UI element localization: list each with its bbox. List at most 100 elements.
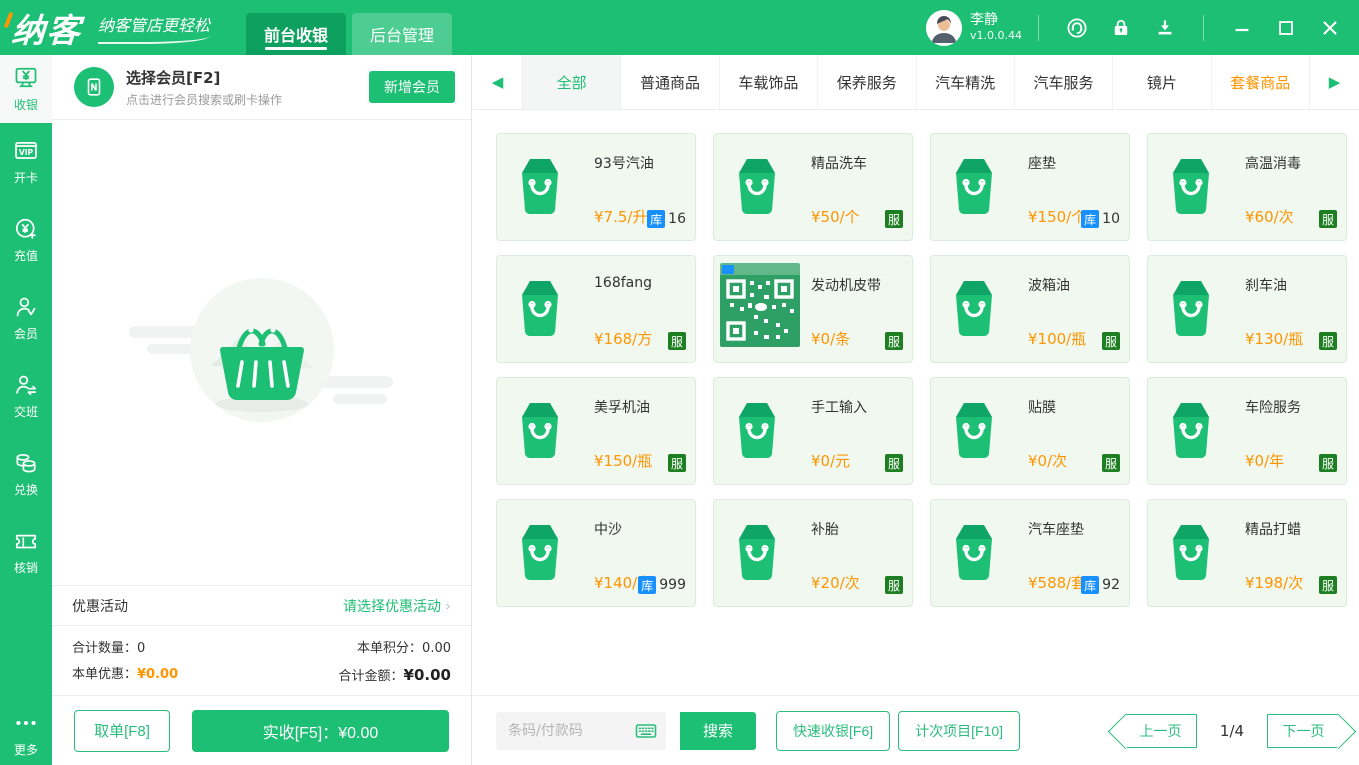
- quick-cashier-button[interactable]: 快速收银[F6]: [776, 711, 890, 751]
- recharge-icon: [13, 216, 39, 242]
- empty-basket-icon: [127, 268, 397, 438]
- product-card[interactable]: 高温消毒 ¥60/次 服: [1147, 133, 1347, 241]
- tab-front-cashier[interactable]: 前台收银: [246, 13, 346, 55]
- count-item-button[interactable]: 计次项目[F10]: [898, 711, 1020, 751]
- divider: [1038, 15, 1039, 41]
- cash-register-icon: [13, 65, 39, 91]
- category-tab-5[interactable]: 汽车服务: [1015, 55, 1113, 109]
- product-name: 刹车油: [1245, 275, 1287, 295]
- product-price: ¥0/次: [1028, 450, 1067, 471]
- category-tab-6[interactable]: 镜片: [1113, 55, 1211, 109]
- shopping-bag-icon: [1165, 278, 1217, 338]
- category-bar: ◀ 全部普通商品车载饰品保养服务汽车精洗汽车服务镜片套餐商品 ▶: [473, 55, 1359, 110]
- category-tab-1[interactable]: 普通商品: [621, 55, 719, 109]
- shopping-bag-icon: [731, 400, 783, 460]
- product-card[interactable]: 168fang ¥168/方 服: [496, 255, 696, 363]
- product-price: ¥0/条: [811, 328, 850, 349]
- product-card[interactable]: 车险服务 ¥0/年 服: [1147, 377, 1347, 485]
- category-tab-0[interactable]: 全部: [523, 55, 621, 109]
- sidebar: 收银 VIP 开卡 充值 会员 交班: [0, 55, 52, 765]
- sidebar-item-verify[interactable]: 核销: [0, 513, 52, 591]
- barcode-input-wrap: [496, 712, 666, 750]
- product-price: ¥150/瓶: [594, 450, 652, 471]
- product-card[interactable]: 贴膜 ¥0/次 服: [930, 377, 1130, 485]
- product-card[interactable]: 手工输入 ¥0/元 服: [713, 377, 913, 485]
- sidebar-item-open-card[interactable]: VIP 开卡: [0, 123, 52, 201]
- category-tabs: 全部普通商品车载饰品保养服务汽车精洗汽车服务镜片套餐商品: [523, 55, 1309, 109]
- sidebar-item-exchange[interactable]: 兑换: [0, 435, 52, 513]
- product-card[interactable]: 补胎 ¥20/次 服: [713, 499, 913, 607]
- product-card[interactable]: 美孚机油 ¥150/瓶 服: [496, 377, 696, 485]
- lock-icon[interactable]: [1108, 15, 1134, 41]
- hold-order-button[interactable]: 取单[F8]: [74, 710, 170, 752]
- service-badge: 服: [668, 454, 686, 472]
- product-card[interactable]: 精品打蜡 ¥198/次 服: [1147, 499, 1347, 607]
- service-badge: 服: [1319, 454, 1337, 472]
- search-button[interactable]: 搜索: [680, 712, 756, 750]
- service-badge: 服: [885, 210, 903, 228]
- sidebar-item-recharge[interactable]: 充值: [0, 201, 52, 279]
- pay-button[interactable]: 实收[F5]：¥0.00: [192, 710, 449, 752]
- product-card[interactable]: 中沙 ¥140/立 库 999: [496, 499, 696, 607]
- service-badge: 服: [1319, 210, 1337, 228]
- tab-backend-manage[interactable]: 后台管理: [352, 13, 452, 55]
- product-name: 中沙: [594, 519, 622, 539]
- product-stock-count: 999: [659, 577, 686, 593]
- sidebar-item-member[interactable]: 会员: [0, 279, 52, 357]
- shopping-bag-icon: [731, 156, 783, 216]
- product-price: ¥60/次: [1245, 206, 1294, 227]
- product-name: 美孚机油: [594, 397, 650, 417]
- keyboard-icon[interactable]: [634, 719, 658, 743]
- barcode-input[interactable]: [508, 723, 634, 739]
- select-member-title: 选择会员[F2]: [126, 67, 282, 88]
- sidebar-item-more[interactable]: 更多: [0, 703, 52, 765]
- shopping-bag-icon: [514, 522, 566, 582]
- user-name: 李静: [970, 12, 1022, 30]
- product-card[interactable]: 刹车油 ¥130/瓶 服: [1147, 255, 1347, 363]
- shopping-bag-icon: [731, 522, 783, 582]
- category-tab-4[interactable]: 汽车精洗: [917, 55, 1015, 109]
- product-price: ¥198/次: [1245, 572, 1303, 593]
- prev-page-button[interactable]: 上一页: [1125, 714, 1197, 748]
- close-button[interactable]: [1315, 13, 1345, 43]
- product-name: 波箱油: [1028, 275, 1070, 295]
- select-member-bar[interactable]: 选择会员[F2] 点击进行会员搜索或刷卡操作 新增会员: [52, 55, 471, 120]
- service-badge: 服: [1102, 332, 1120, 350]
- stock-badge: 库: [647, 210, 665, 228]
- category-next-arrow[interactable]: ▶: [1309, 55, 1359, 109]
- support-headset-icon[interactable]: [1064, 15, 1090, 41]
- product-name: 手工输入: [811, 397, 867, 417]
- product-card[interactable]: 波箱油 ¥100/瓶 服: [930, 255, 1130, 363]
- top-right-cluster: 李静 v1.0.0.44: [926, 0, 1359, 55]
- product-card[interactable]: 精品洗车 ¥50/个 服: [713, 133, 913, 241]
- category-prev-arrow[interactable]: ◀: [473, 55, 523, 109]
- download-icon[interactable]: [1152, 15, 1178, 41]
- total-amount: 合计金额：¥0.00: [339, 662, 451, 690]
- product-stock-count: 16: [668, 211, 686, 227]
- product-card[interactable]: 发动机皮带 ¥0/条 服: [713, 255, 913, 363]
- sidebar-item-shift[interactable]: 交班: [0, 357, 52, 435]
- product-price: ¥0/元: [811, 450, 850, 471]
- product-card[interactable]: 93号汽油 ¥7.5/升 库 16: [496, 133, 696, 241]
- avatar[interactable]: [926, 10, 962, 46]
- product-card[interactable]: 汽车座垫 ¥588/套 库 92: [930, 499, 1130, 607]
- product-card[interactable]: 座垫 ¥150/个 库 10: [930, 133, 1130, 241]
- add-member-button[interactable]: 新增会员: [369, 71, 455, 103]
- shopping-bag-icon: [948, 400, 1000, 460]
- category-tab-7[interactable]: 套餐商品: [1212, 55, 1309, 109]
- category-tab-3[interactable]: 保养服务: [818, 55, 916, 109]
- maximize-button[interactable]: [1271, 13, 1301, 43]
- minimize-button[interactable]: [1227, 13, 1257, 43]
- sidebar-item-cashier[interactable]: 收银: [0, 55, 52, 123]
- total-qty: 合计数量：0: [72, 636, 145, 662]
- category-tab-2[interactable]: 车载饰品: [720, 55, 818, 109]
- order-points: 本单积分：0.00: [357, 636, 451, 662]
- main-nav-tabs: 前台收银 后台管理: [246, 13, 458, 55]
- app-slogan: 纳客管店更轻松: [98, 12, 210, 44]
- ticket-icon: [13, 528, 39, 554]
- shopping-bag-icon: [514, 400, 566, 460]
- divider: [1203, 15, 1204, 41]
- promo-select-link[interactable]: 请选择优惠活动: [343, 596, 441, 616]
- next-page-button[interactable]: 下一页: [1267, 714, 1339, 748]
- product-name: 精品洗车: [811, 153, 867, 173]
